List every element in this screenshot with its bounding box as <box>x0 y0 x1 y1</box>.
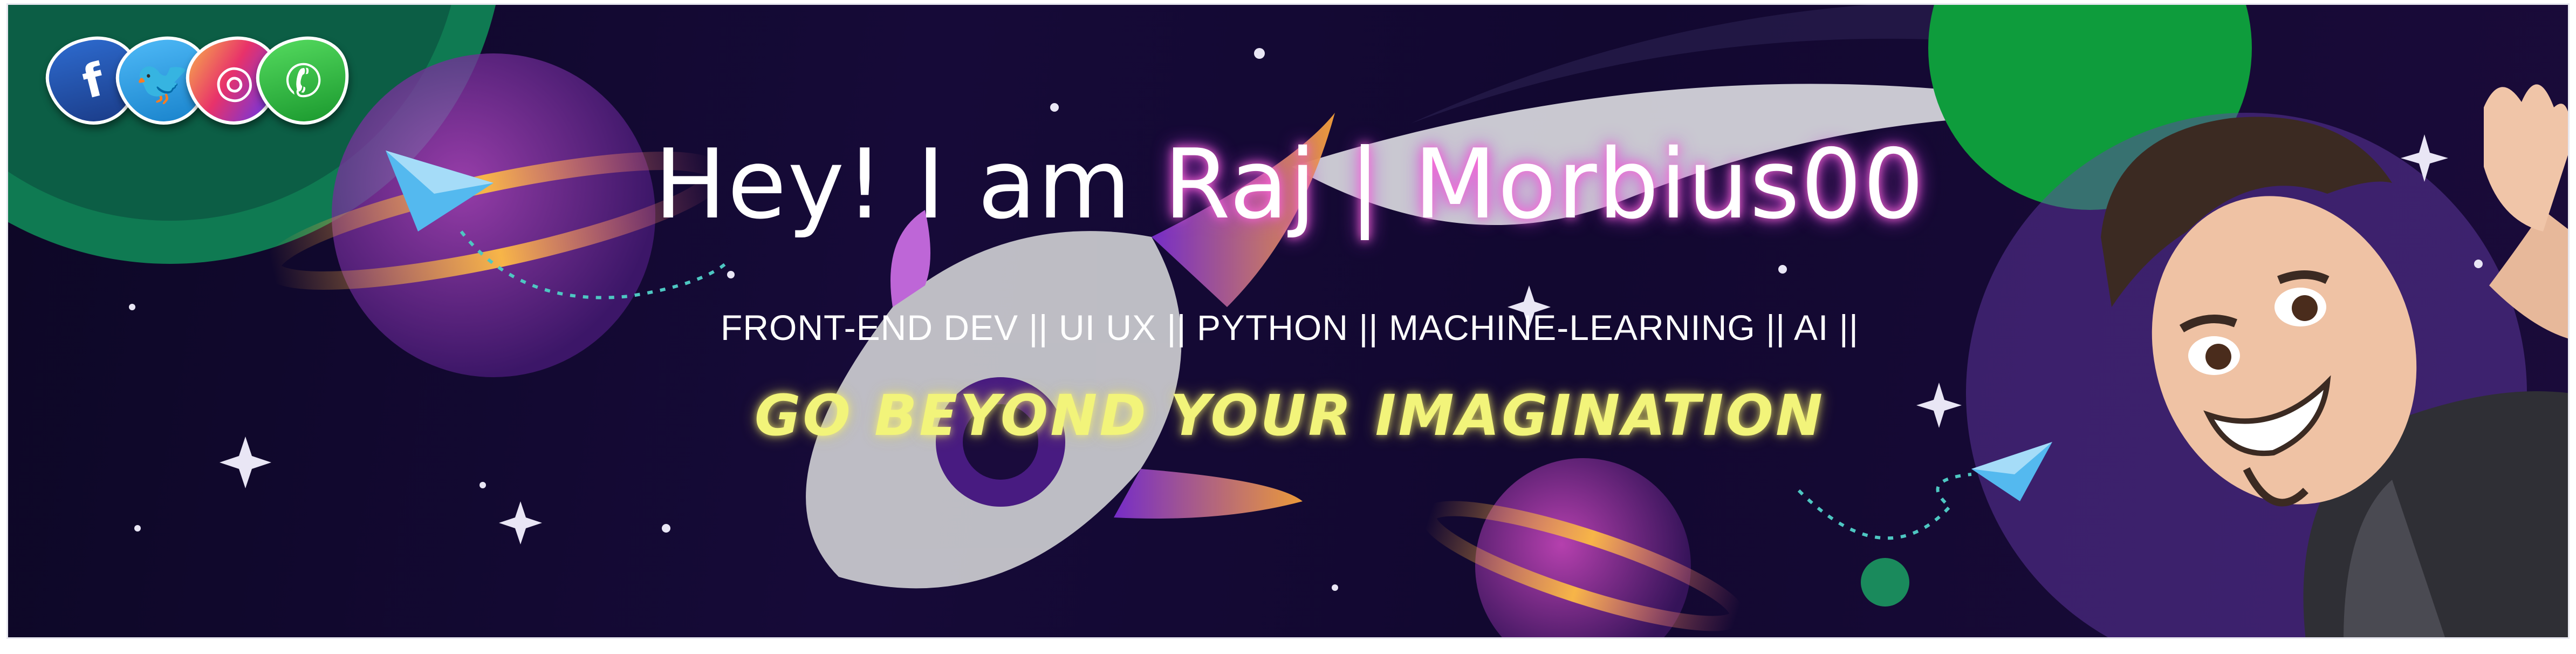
tagline: GO BEYOND YOUR IMAGINATION <box>754 383 1825 448</box>
page-title: Hey! I am Raj | Morbius00 <box>8 134 2568 235</box>
whatsapp-link[interactable]: ✆ <box>248 27 360 135</box>
instagram-icon: ◎ <box>208 50 259 112</box>
heading-name: Raj | Morbius00 <box>1163 128 1926 240</box>
social-links: f 🐦 ◎ ✆ <box>37 27 360 135</box>
whatsapp-icon: ✆ <box>278 50 328 112</box>
profile-banner: f 🐦 ◎ ✆ Hey! I am Raj | Morbius00 FRONT-… <box>6 3 2570 639</box>
roles-subtitle: FRONT-END DEV || UI UX || PYTHON || MACH… <box>721 308 1859 348</box>
facebook-icon: f <box>77 53 109 109</box>
heading-prefix: Hey! I am <box>654 128 1164 240</box>
